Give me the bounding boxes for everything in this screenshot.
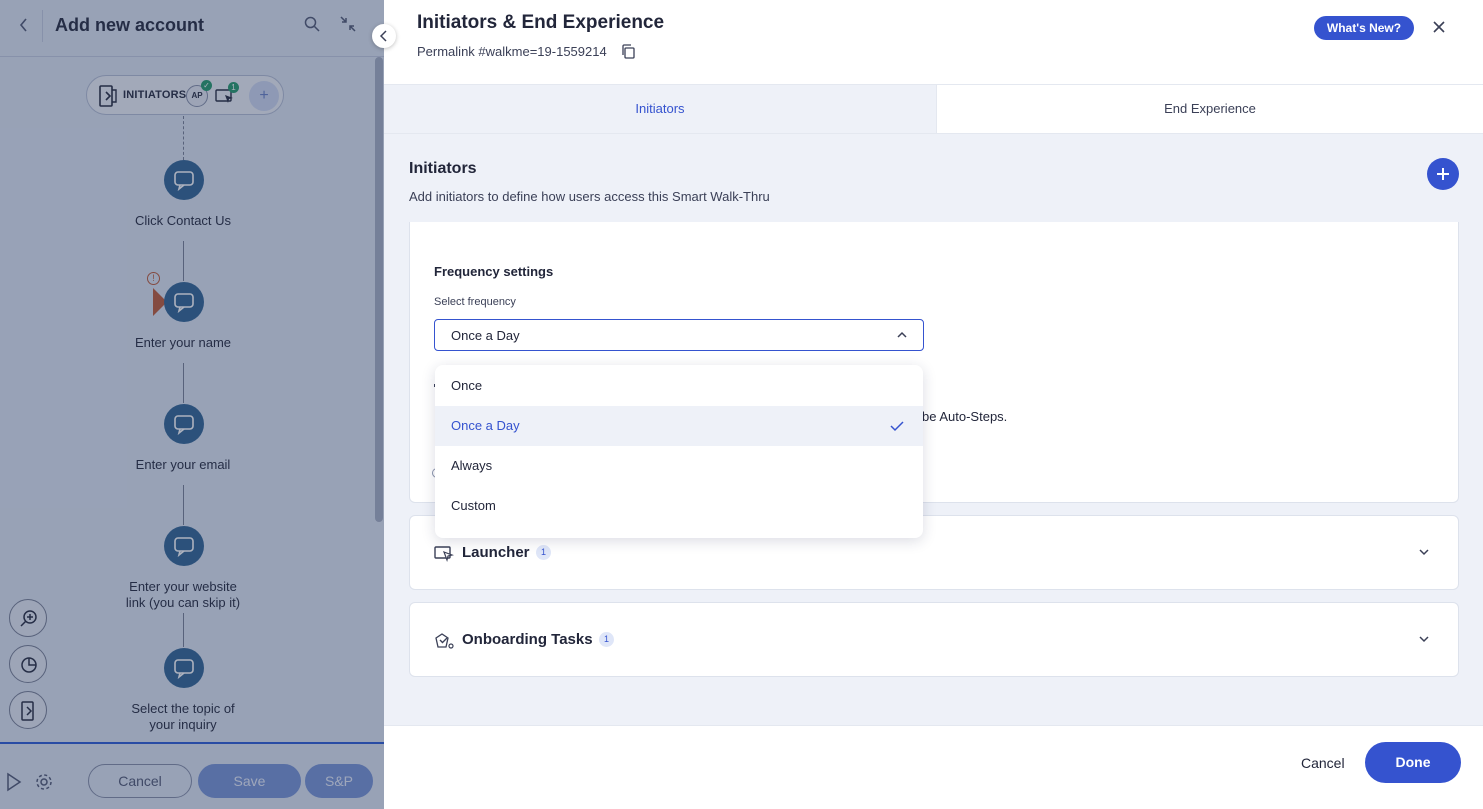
step-label: Select the topic of your inquiry	[131, 701, 235, 732]
onboarding-tasks-title: Onboarding Tasks	[462, 631, 593, 648]
collapse-icon[interactable]	[339, 15, 357, 33]
step-node[interactable]	[164, 404, 204, 444]
modal-title: Initiators & End Experience	[417, 12, 665, 33]
initiators-label: INITIATORS	[123, 89, 187, 101]
collapse-panel-button[interactable]	[372, 24, 396, 48]
play-icon[interactable]	[6, 772, 22, 792]
checkmark-icon	[890, 421, 904, 432]
option-once[interactable]: Once	[435, 366, 923, 406]
page-title: Add new account	[55, 15, 205, 35]
connector-line	[183, 116, 184, 160]
option-always[interactable]: Always	[435, 446, 923, 486]
launcher-icon	[434, 546, 454, 563]
tab-bar: Initiators End Experience	[384, 84, 1483, 134]
gear-icon[interactable]	[34, 772, 54, 792]
connector-line	[183, 241, 184, 281]
launcher-count-badge: 1	[228, 82, 239, 93]
frequency-title: Frequency settings	[434, 264, 554, 279]
option-custom[interactable]: Custom	[435, 486, 923, 526]
whats-new-button[interactable]: What's New?	[1314, 16, 1414, 40]
permalink-text: Permalink #walkme=19-1559214	[417, 44, 607, 59]
chat-bubble-icon	[174, 659, 194, 679]
plus-icon	[1437, 168, 1449, 180]
connector-line	[183, 613, 184, 647]
chat-bubble-icon	[174, 415, 194, 435]
modal-footer: Cancel Done	[384, 725, 1483, 809]
done-button[interactable]: Done	[1365, 742, 1461, 783]
zoom-in-icon	[20, 610, 37, 627]
step-label: Enter your email	[135, 457, 231, 472]
chevron-left-icon	[19, 18, 27, 32]
select-frequency-label: Select frequency	[434, 296, 516, 308]
add-initiator-button[interactable]	[1427, 158, 1459, 190]
save-button[interactable]: Save	[198, 764, 301, 798]
door-icon	[21, 701, 34, 721]
back-button[interactable]	[14, 14, 34, 36]
initiators-tool-button[interactable]	[9, 691, 47, 729]
frequency-select-value: Once a Day	[451, 328, 520, 343]
pie-chart-icon	[21, 657, 37, 673]
onboarding-tasks-card[interactable]: Onboarding Tasks 1	[409, 602, 1459, 677]
check-icon: ✓	[201, 80, 212, 91]
save-and-publish-button[interactable]: S&P	[305, 764, 373, 798]
section-title: Initiators	[409, 160, 477, 177]
frequency-select[interactable]: Once a Day	[434, 319, 924, 351]
launcher-count-badge: 1	[536, 545, 551, 560]
chat-bubble-icon	[174, 171, 194, 191]
option-label: Once a Day	[451, 418, 520, 433]
header-divider	[42, 10, 43, 42]
scrollbar[interactable]	[375, 57, 383, 522]
step-label: Enter your website link (you can skip it…	[125, 579, 241, 610]
section-subtitle: Add initiators to define how users acces…	[409, 189, 770, 204]
door-icon	[99, 85, 117, 107]
frequency-dropdown: Once Once a Day Always Custom	[435, 365, 923, 538]
copy-icon[interactable]	[621, 44, 635, 59]
warning-icon[interactable]: !	[147, 272, 160, 285]
editor-header: Add new account	[0, 0, 384, 57]
chevron-up-icon	[897, 331, 907, 338]
partially-hidden-text: be Auto-Steps.	[922, 409, 1008, 424]
close-icon[interactable]	[1432, 20, 1446, 34]
tab-initiators[interactable]: Initiators	[384, 85, 937, 133]
editor-footer: Cancel Save S&P	[0, 742, 384, 809]
option-once-a-day[interactable]: Once a Day	[435, 406, 923, 446]
connector-line	[183, 363, 184, 403]
step-node[interactable]	[164, 160, 204, 200]
editor-panel: Add new account INITIATORS AP ✓ 1 + Clic…	[0, 0, 384, 809]
cancel-button[interactable]: Cancel	[88, 764, 192, 798]
step-node[interactable]	[164, 526, 204, 566]
launcher-title: Launcher	[462, 544, 530, 561]
analytics-button[interactable]	[9, 645, 47, 683]
initiators-pill[interactable]: INITIATORS AP ✓ 1 +	[86, 75, 284, 115]
search-icon[interactable]	[304, 16, 320, 32]
chevron-down-icon[interactable]	[1418, 634, 1430, 644]
chevron-down-icon[interactable]	[1418, 547, 1430, 557]
step-node[interactable]	[164, 282, 204, 322]
tab-end-experience[interactable]: End Experience	[937, 85, 1483, 133]
step-label: Enter your name	[134, 335, 232, 350]
modal-backdrop	[0, 0, 384, 809]
add-initiator-button[interactable]: +	[249, 81, 279, 111]
cancel-button[interactable]: Cancel	[1301, 755, 1345, 771]
onboarding-tasks-count-badge: 1	[599, 632, 614, 647]
connector-line	[183, 485, 184, 525]
step-label: Click Contact Us	[134, 213, 232, 228]
step-node[interactable]	[164, 648, 204, 688]
chat-bubble-icon	[174, 537, 194, 557]
onboarding-tasks-icon	[435, 633, 454, 649]
chat-bubble-icon	[174, 293, 194, 313]
zoom-in-button[interactable]	[9, 599, 47, 637]
chevron-left-icon	[379, 30, 387, 42]
